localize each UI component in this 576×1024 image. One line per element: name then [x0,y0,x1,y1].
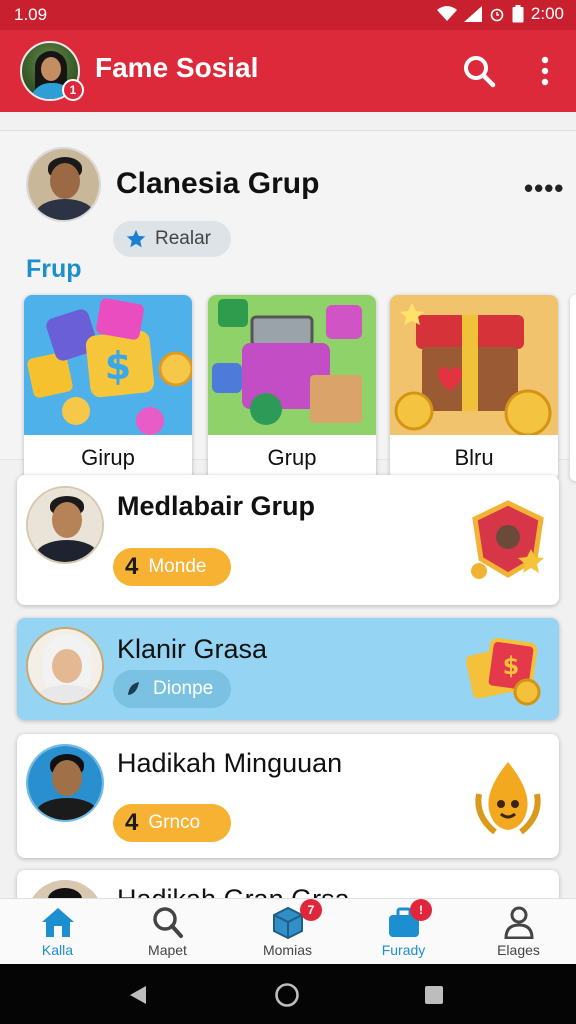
system-navigation-bar [0,964,576,1024]
treasure-chest-illustration [390,295,558,435]
bottom-navigation: Kalla Mapet 7 Momias ! Furady Elages [0,898,576,964]
gift-box-illustration [208,295,376,435]
status-clock: 2:00 [530,4,564,23]
nav-item-search[interactable]: Mapet [110,899,225,965]
item-title: Medlabair Grup [117,491,316,521]
member-avatar [26,486,104,564]
app-bar: Fame Sosial [0,30,576,112]
nav-badge: ! [410,899,432,921]
nav-label: Kalla [41,942,74,958]
list-item[interactable]: Medlabair Grup 4 Monde [17,475,559,605]
nav-item-box[interactable]: 7 Momias [230,899,345,965]
battery-icon [512,5,524,23]
leaf-icon [128,682,139,695]
nav-label: Furady [381,942,426,958]
svg-text:$: $ [105,344,131,388]
status-icons: 2:00 [436,4,564,24]
app-title: Fame Sosial [95,52,259,83]
item-tag-count: 4 [125,809,139,836]
tile-card-peek [570,295,576,481]
item-tag: 4 Monde [113,548,231,586]
alarm-icon [490,8,504,22]
tile-card[interactable]: $ Girup [24,295,192,481]
svg-text:$: $ [503,652,520,680]
item-title: Hadikah Gran Grsa [117,884,350,898]
star-icon [126,229,146,248]
membership-badge: Realar [113,221,231,257]
status-bar: 1.09 2:00 [0,0,576,30]
item-tag-label: Grnco [148,812,201,833]
group-header-card: Clanesia Grup •••• Realar Frup $ Girup G… [0,130,576,481]
nav-badge: 7 [300,899,322,921]
coin-cards-icon: $ [465,637,541,706]
item-tag-count: 4 [125,553,139,580]
signal-icon [463,6,482,22]
back-icon[interactable] [128,984,148,1006]
group-owner-avatar[interactable] [26,147,101,222]
nav-label: Elages [497,942,540,958]
item-title: Klanir Grasa [117,634,268,664]
member-avatar [26,880,104,898]
home-icon [42,908,74,937]
group-more-button[interactable]: •••• [524,173,564,204]
trophy-mascot-icon [475,762,541,835]
section-label: Frup [26,255,82,283]
search-icon[interactable] [462,54,496,88]
recents-icon[interactable] [424,985,444,1005]
group-name: Clanesia Grup [116,167,320,200]
nav-label: Momias [262,942,312,958]
home-circle-icon[interactable] [274,982,300,1008]
member-avatar [26,744,104,822]
notification-badge: 1 [62,79,84,101]
nav-item-profile[interactable]: Elages [461,899,576,965]
item-tag-label: Monde [148,556,207,577]
tile-card[interactable]: Grup [208,295,376,481]
membership-badge-label: Realar [155,228,211,249]
item-tag-label: Dionpe [153,678,214,699]
nav-item-home[interactable]: Kalla [0,899,115,965]
coins-cubes-illustration: $ [24,295,192,435]
person-icon [504,906,534,939]
item-tag: 4 Grnco [113,804,231,842]
item-title: Hadikah Minguuan [117,748,343,778]
tile-card[interactable]: Blru [390,295,558,481]
list-item[interactable]: Hadikah Gran Grsa [17,870,559,898]
main-content: Clanesia Grup •••• Realar Frup $ Girup G… [0,112,576,898]
item-tag: Dionpe [113,670,231,708]
shield-badge-icon [471,500,544,579]
nav-item-briefcase[interactable]: ! Furady [346,899,461,965]
wifi-icon [436,6,457,21]
list-item[interactable]: Hadikah Minguuan 4 Grnco [17,734,559,858]
member-avatar [26,627,104,705]
status-time: 1.09 [14,5,48,24]
search-icon [153,907,183,938]
more-vert-icon[interactable] [532,54,558,88]
nav-label: Mapet [148,942,187,958]
list-item[interactable]: Klanir Grasa Dionpe $ [17,618,559,720]
